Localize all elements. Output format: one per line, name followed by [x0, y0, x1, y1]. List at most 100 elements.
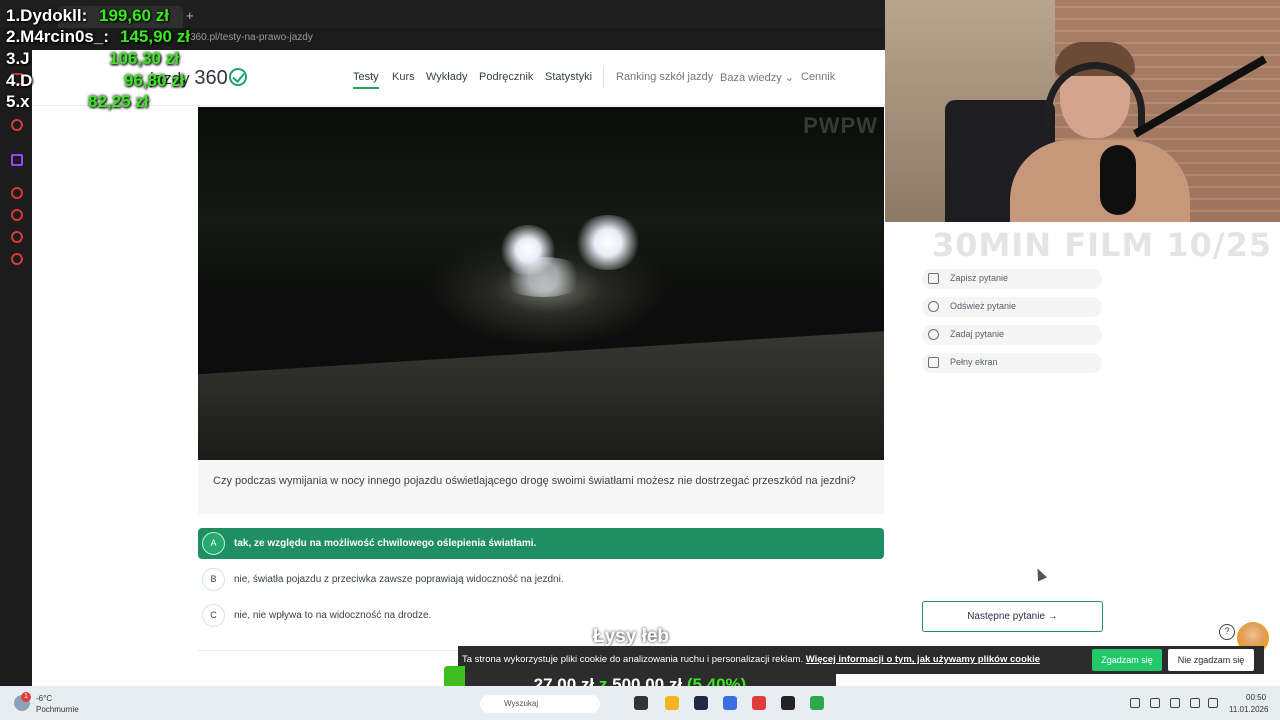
sidebar-app-icon[interactable] [11, 187, 23, 199]
nav-kurs[interactable]: Kurs [392, 71, 415, 83]
weather-description: Pochmurnie [36, 705, 79, 714]
answer-option-c[interactable]: C nie, nie wpływa to na widoczność na dr… [198, 600, 884, 631]
address-url: 360.pl/testy-na-prawo-jazdy [190, 32, 313, 43]
app-icon[interactable] [752, 696, 766, 710]
twitch-icon[interactable] [11, 154, 23, 166]
leaderboard-amount: 145,90 zł [120, 27, 190, 46]
answer-text: tak, ze względu na możliwość chwilowego … [234, 538, 537, 549]
leaderboard-amount: 96,80 zł [124, 71, 185, 90]
answer-option-b[interactable]: B nie, światła pojazdu z przeciwka zawsz… [198, 564, 884, 595]
network-icon[interactable] [1190, 698, 1200, 708]
action-label: Zapisz pytanie [950, 273, 1009, 283]
answer-text: nie, światła pojazdu z przeciwka zawsze … [234, 574, 564, 585]
microphone [1100, 145, 1136, 215]
leaderboard-name: 3.J [6, 49, 30, 68]
search-placeholder: Wyszukaj [504, 699, 539, 708]
cookie-text: Ta strona wykorzystuje pliki cookie do a… [462, 654, 1040, 665]
weather-temperature: -6°C [36, 694, 53, 703]
nav-testy[interactable]: Testy [353, 71, 379, 83]
logo-number: 360 [194, 67, 228, 89]
leaderboard-name: 5.x [6, 92, 30, 111]
answer-letter: B [202, 568, 225, 591]
leaderboard-name: 1.Dydokll: [6, 6, 88, 25]
leaderboard-amount: 82,25 zł [88, 92, 149, 111]
question-text: Czy podczas wymijania w nocy innego poja… [213, 475, 856, 487]
fullscreen-icon [928, 357, 939, 368]
cookie-reject-button[interactable]: Nie zgadzam się [1168, 649, 1254, 671]
app-icon[interactable] [810, 696, 824, 710]
leaderboard-row: 1.Dydokll: 199,60 zł [6, 6, 169, 27]
answer-text: nie, nie wpływa to na widoczność na drod… [234, 610, 432, 621]
leaderboard-row: 2.M4rcin0s_: 145,90 zł [6, 27, 190, 48]
answer-option-a[interactable]: A tak, ze względu na możliwość chwiloweg… [198, 528, 884, 559]
headlight [573, 215, 643, 270]
action-label: Pełny ekran [950, 357, 998, 367]
clock-date[interactable]: 11.01.2026 [1229, 705, 1268, 714]
sidebar-app-icon[interactable] [11, 231, 23, 243]
ask-question-button[interactable]: Zadaj pytanie [922, 325, 1102, 345]
leaderboard-row: 5.x 82,25 zł [6, 92, 149, 113]
sidebar-app-icon[interactable] [11, 119, 23, 131]
stream-overlay-title: 30MIN FILM 10/25 [932, 226, 1273, 264]
leaderboard-amount: 199,60 zł [99, 6, 169, 25]
nav-baza-wiedzy[interactable]: Baza wiedzy ⌄ [720, 71, 794, 84]
tray-app-icon[interactable] [1130, 698, 1140, 708]
app-icon[interactable] [781, 696, 795, 710]
question-box: Czy podczas wymijania w nocy innego poja… [198, 460, 884, 514]
nav-divider [603, 66, 604, 88]
action-label: Zadaj pytanie [950, 329, 1005, 339]
cookie-accept-button[interactable]: Zgadzam się [1092, 649, 1162, 671]
video-road [198, 331, 884, 460]
new-tab-button[interactable]: + [186, 8, 194, 23]
leaderboard-amount: 106,30 zł [109, 49, 179, 68]
chat-icon [928, 329, 939, 340]
app-icon[interactable] [694, 696, 708, 710]
check-icon [228, 68, 247, 86]
bookmark-icon [928, 273, 939, 284]
nav-ranking[interactable]: Ranking szkół jazdy [616, 71, 713, 83]
taskbar-search[interactable]: Wyszukaj [480, 695, 600, 713]
task-view-icon[interactable] [634, 696, 648, 710]
next-question-label: Następne pytanie → [967, 611, 1058, 622]
notification-badge: 1 [21, 692, 31, 702]
nav-active-indicator [353, 87, 379, 89]
browser-sidebar [0, 50, 32, 686]
next-question-button[interactable]: Następne pytanie → [922, 601, 1103, 632]
save-question-button[interactable]: Zapisz pytanie [922, 269, 1102, 289]
refresh-question-button[interactable]: Odśwież pytanie [922, 297, 1102, 317]
file-explorer-icon[interactable] [665, 696, 679, 710]
leaderboard-row: 3.J 106,30 zł [6, 49, 179, 70]
nav-podrecznik[interactable]: Podręcznik [479, 71, 533, 83]
question-video[interactable]: PWPW [198, 107, 884, 460]
nav-wyklady[interactable]: Wykłady [426, 71, 467, 83]
leaderboard-name: 2.M4rcin0s_: [6, 27, 109, 46]
nav-statystyki[interactable]: Statystyki [545, 71, 592, 83]
help-icon[interactable]: ? [1219, 624, 1235, 640]
cookie-info-link[interactable]: Więcej informacji o tym, jak używamy pli… [806, 654, 1040, 665]
microphone-icon[interactable] [1170, 698, 1180, 708]
leaderboard-row: 4.D 96,80 zł [6, 71, 185, 92]
tray-app-icon[interactable] [1150, 698, 1160, 708]
leaderboard-name: 4.D [6, 71, 33, 90]
cookie-message: Ta strona wykorzystuje pliki cookie do a… [462, 654, 804, 665]
clock-time[interactable]: 00:50 [1246, 693, 1266, 702]
question-side-panel: 30MIN FILM 10/25 Zapisz pytanie Odśwież … [885, 222, 1280, 686]
browser-icon[interactable] [723, 696, 737, 710]
volume-icon[interactable] [1208, 698, 1218, 708]
screen: + 360.pl/testy-na-prawo-jazdy jazdy 360 … [0, 0, 1280, 720]
video-watermark: PWPW [803, 113, 878, 138]
answer-letter: C [202, 604, 225, 627]
headlight-glare [498, 257, 588, 297]
windows-taskbar: 1 -6°C Pochmurnie Wyszukaj 00:50 11.01.2… [0, 686, 1280, 720]
mouse-cursor [1032, 566, 1048, 582]
action-label: Odśwież pytanie [950, 301, 1017, 311]
settings-icon[interactable] [11, 253, 23, 265]
fullscreen-button[interactable]: Pełny ekran [922, 353, 1102, 373]
answer-letter: A [202, 532, 225, 555]
nav-cennik[interactable]: Cennik [801, 71, 835, 83]
history-icon[interactable] [11, 209, 23, 221]
webcam-feed [885, 0, 1280, 222]
tray-chevron-icon[interactable] [1106, 698, 1116, 708]
refresh-icon [928, 301, 939, 312]
stream-subtitle: Łysy łeb [593, 626, 670, 647]
